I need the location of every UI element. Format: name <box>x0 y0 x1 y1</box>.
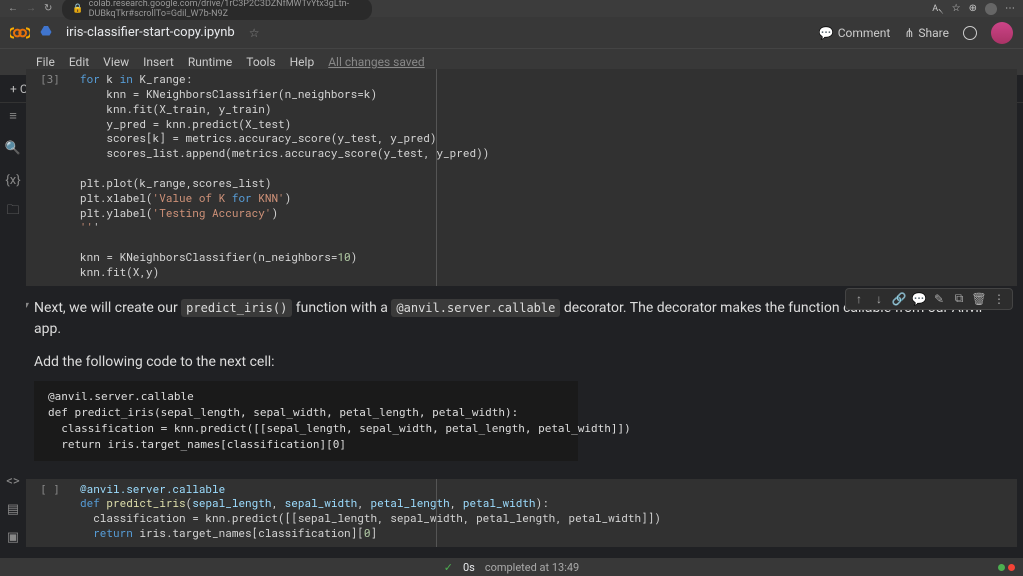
move-down-icon[interactable]: ↓ <box>872 292 886 306</box>
edit-cell-icon[interactable]: ✎ <box>932 292 946 306</box>
colab-header: iris-classifier-start-copy.ipynb ☆ 💬 Comm… <box>0 17 1023 49</box>
mirror-cell-icon[interactable]: ⧉ <box>952 292 966 306</box>
menu-view[interactable]: View <box>103 55 129 69</box>
gear-icon <box>963 26 977 40</box>
notebook-content: [3] for k in K_range: knn = KNeighborsCl… <box>26 69 1017 558</box>
fav-icon[interactable]: ☆ <box>952 3 961 14</box>
drive-icon <box>40 25 56 41</box>
cell-prompt[interactable]: [3] <box>26 69 74 286</box>
comment-button[interactable]: 💬 Comment <box>819 26 891 40</box>
link-icon[interactable]: 🔗 <box>892 292 906 306</box>
share-button[interactable]: ⋔ Share <box>904 26 949 40</box>
refresh-icon[interactable]: ↻ <box>44 3 52 14</box>
comment-cell-icon[interactable]: 💬 <box>912 292 926 306</box>
collections-icon[interactable]: ⊕ <box>969 3 977 14</box>
text-paragraph-2: Add the following code to the next cell: <box>34 352 997 373</box>
text-cell-1[interactable]: ↑ ↓ 🔗 💬 ✎ ⧉ 🗑 ⋮ ▾ Next, we will create o… <box>26 292 1017 475</box>
more-cell-icon[interactable]: ⋮ <box>992 292 1006 306</box>
menu-file[interactable]: File <box>36 55 55 69</box>
code-editor[interactable]: for k in K_range: knn = KNeighborsClassi… <box>74 69 1017 286</box>
save-status[interactable]: All changes saved <box>328 55 424 69</box>
move-up-icon[interactable]: ↑ <box>852 292 866 306</box>
browser-chrome: ← → ↻ 🔒 colab.research.google.com/drive/… <box>0 0 1023 17</box>
status-completed: completed at 13:49 <box>485 561 579 574</box>
menu-insert[interactable]: Insert <box>143 55 174 69</box>
notebook-filename[interactable]: iris-classifier-start-copy.ipynb <box>66 25 235 40</box>
read-aloud-icon[interactable]: A৲ <box>932 1 943 16</box>
cell-prompt-2[interactable]: [ ] <box>26 479 74 547</box>
delete-cell-icon[interactable]: 🗑 <box>972 292 986 306</box>
comment-label: Comment <box>838 26 891 40</box>
menu-runtime[interactable]: Runtime <box>188 55 232 69</box>
forward-icon[interactable]: → <box>26 3 36 14</box>
url-bar[interactable]: 🔒 colab.research.google.com/drive/1rC3P2… <box>62 0 372 20</box>
settings-button[interactable] <box>963 26 977 40</box>
left-sidebar: ≡ 🔍 {x} 🗀 <> ▤ ▣ <box>0 103 26 558</box>
menu-tools[interactable]: Tools <box>246 55 275 69</box>
status-check-icon: ✓ <box>444 561 453 574</box>
menu-help[interactable]: Help <box>290 55 315 69</box>
markdown-code-block: @anvil.server.callable def predict_iris(… <box>34 381 578 461</box>
code-editor-2[interactable]: @anvil.server.callable def predict_iris(… <box>74 479 1017 547</box>
share-label: Share <box>918 26 949 40</box>
cell-toolbar: ↑ ↓ 🔗 💬 ✎ ⧉ 🗑 ⋮ <box>845 288 1013 310</box>
colab-logo[interactable] <box>10 23 30 43</box>
cursor-line <box>436 69 437 286</box>
code-cell-1[interactable]: [3] for k in K_range: knn = KNeighborsCl… <box>26 69 1017 286</box>
collapse-icon[interactable]: ▾ <box>26 300 29 311</box>
kernel-status-dot <box>1008 564 1015 571</box>
comment-icon: 💬 <box>819 26 834 40</box>
toc-icon[interactable]: ≡ <box>6 109 20 123</box>
terminal-icon[interactable]: ▣ <box>6 530 20 544</box>
status-bar: ✓ 0s completed at 13:49 <box>0 558 1023 576</box>
search-icon[interactable]: 🔍 <box>6 141 20 155</box>
variables-icon[interactable]: {x} <box>6 173 20 187</box>
code-cell-2[interactable]: [ ] @anvil.server.callable def predict_i… <box>26 479 1017 547</box>
cursor-line-2 <box>436 479 437 547</box>
connection-status-dot <box>998 564 1005 571</box>
avatar[interactable] <box>991 22 1013 44</box>
share-icon: ⋔ <box>904 26 914 40</box>
command-palette-icon[interactable]: ▤ <box>6 502 20 516</box>
menu-edit[interactable]: Edit <box>69 55 89 69</box>
code-snippets-icon[interactable]: <> <box>6 474 20 488</box>
files-icon[interactable]: 🗀 <box>6 205 20 219</box>
more-icon[interactable]: ⋯ <box>1005 3 1015 14</box>
back-icon[interactable]: ← <box>8 3 18 14</box>
status-time: 0s <box>463 561 475 574</box>
lock-icon: 🔒 <box>72 4 83 14</box>
star-icon[interactable]: ☆ <box>249 26 260 40</box>
url-text: colab.research.google.com/drive/1rC3P2C3… <box>89 0 363 19</box>
profile-icon[interactable] <box>985 3 997 15</box>
